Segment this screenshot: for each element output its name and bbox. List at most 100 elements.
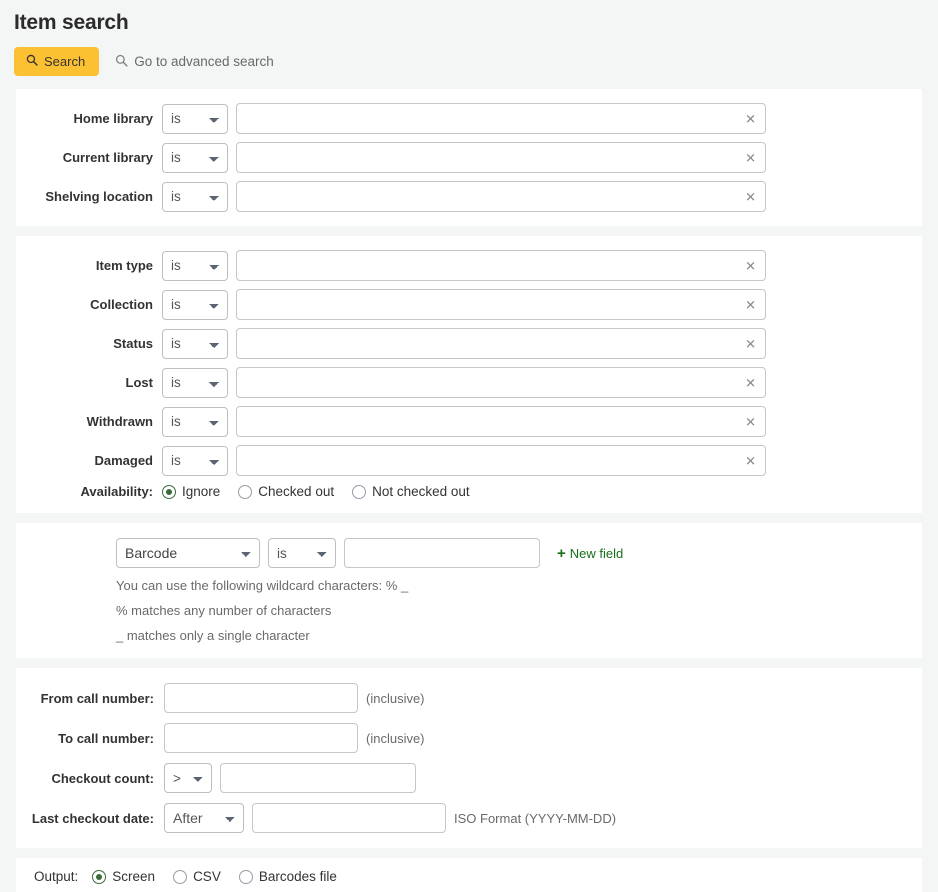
home-library-input[interactable] <box>236 103 766 134</box>
page-title: Item search <box>0 0 938 35</box>
radio-icon[interactable] <box>352 485 366 499</box>
close-icon[interactable]: ✕ <box>743 188 758 205</box>
close-icon[interactable]: ✕ <box>743 110 758 127</box>
withdrawn-input[interactable] <box>236 406 766 437</box>
to-call-number-row: To call number: (inclusive) <box>16 718 922 758</box>
close-icon[interactable]: ✕ <box>743 257 758 274</box>
output-option-label: CSV <box>193 869 221 884</box>
advanced-search-link[interactable]: Go to advanced search <box>115 54 274 70</box>
to-call-number-note: (inclusive) <box>366 731 425 746</box>
damaged-input[interactable] <box>236 445 766 476</box>
last-checkout-date-label: Last checkout date: <box>16 811 164 826</box>
search-button-label: Search <box>44 55 85 69</box>
lost-label: Lost <box>16 375 162 390</box>
location-fieldset: Home library is ✕ Current library is ✕ S… <box>16 89 922 226</box>
lost-input[interactable] <box>236 367 766 398</box>
custom-field-operator-select[interactable]: is <box>268 538 336 568</box>
close-icon[interactable]: ✕ <box>743 374 758 391</box>
output-bar: Output: Screen CSV Barcodes file <box>16 858 922 892</box>
plus-icon: + <box>557 546 566 561</box>
lost-operator-select[interactable]: is <box>162 368 228 398</box>
close-icon[interactable]: ✕ <box>743 335 758 352</box>
shelving-location-operator-select[interactable]: is <box>162 182 228 212</box>
availability-option-not-checked-out[interactable]: Not checked out <box>352 484 470 499</box>
last-checkout-date-operator-select[interactable]: After <box>164 803 244 833</box>
collection-label: Collection <box>16 297 162 312</box>
shelving-location-input[interactable] <box>236 181 766 212</box>
availability-option-label: Checked out <box>258 484 334 499</box>
availability-option-ignore[interactable]: Ignore <box>162 484 220 499</box>
advanced-search-label: Go to advanced search <box>134 54 274 69</box>
lost-value-wrap: ✕ <box>236 367 766 398</box>
checkout-count-input[interactable] <box>220 763 416 793</box>
checkout-count-row: Checkout count: > <box>16 758 922 798</box>
output-option-barcodes-file[interactable]: Barcodes file <box>239 869 337 884</box>
collection-row: Collection is ✕ <box>16 285 922 324</box>
status-label: Status <box>16 336 162 351</box>
item-type-row: Item type is ✕ <box>16 246 922 285</box>
output-option-label: Screen <box>112 869 155 884</box>
radio-icon[interactable] <box>162 485 176 499</box>
item-type-value-wrap: ✕ <box>236 250 766 281</box>
item-type-operator-select[interactable]: is <box>162 251 228 281</box>
last-checkout-date-input[interactable] <box>252 803 446 833</box>
wildcard-hint-3: _ matches only a single character <box>16 623 922 648</box>
output-option-screen[interactable]: Screen <box>92 869 155 884</box>
availability-label: Availability: <box>16 484 162 499</box>
withdrawn-row: Withdrawn is ✕ <box>16 402 922 441</box>
custom-field-value-input[interactable] <box>344 538 540 568</box>
output-option-csv[interactable]: CSV <box>173 869 221 884</box>
wildcard-hint-2: % matches any number of characters <box>16 598 922 623</box>
withdrawn-value-wrap: ✕ <box>236 406 766 437</box>
close-icon[interactable]: ✕ <box>743 296 758 313</box>
custom-field-name-select[interactable]: Barcode <box>116 538 260 568</box>
output-option-label: Barcodes file <box>259 869 337 884</box>
damaged-operator-select[interactable]: is <box>162 446 228 476</box>
status-input[interactable] <box>236 328 766 359</box>
current-library-operator-select[interactable]: is <box>162 143 228 173</box>
status-operator-select[interactable]: is <box>162 329 228 359</box>
shelving-location-label: Shelving location <box>16 189 162 204</box>
new-field-button[interactable]: + New field <box>557 546 623 561</box>
from-call-number-input[interactable] <box>164 683 358 713</box>
withdrawn-operator-select[interactable]: is <box>162 407 228 437</box>
item-type-input[interactable] <box>236 250 766 281</box>
magnifier-icon <box>26 54 38 69</box>
radio-icon[interactable] <box>173 870 187 884</box>
collection-value-wrap: ✕ <box>236 289 766 320</box>
radio-icon[interactable] <box>238 485 252 499</box>
callnumber-fieldset: From call number: (inclusive) To call nu… <box>16 668 922 848</box>
checkout-count-operator-select[interactable]: > <box>164 763 212 793</box>
availability-option-label: Ignore <box>182 484 220 499</box>
home-library-row: Home library is ✕ <box>16 99 922 138</box>
current-library-value-wrap: ✕ <box>236 142 766 173</box>
collection-input[interactable] <box>236 289 766 320</box>
home-library-operator-select[interactable]: is <box>162 104 228 134</box>
close-icon[interactable]: ✕ <box>743 149 758 166</box>
wildcard-hint-1: You can use the following wildcard chara… <box>16 573 922 598</box>
close-icon[interactable]: ✕ <box>743 452 758 469</box>
collection-operator-select[interactable]: is <box>162 290 228 320</box>
status-row: Status is ✕ <box>16 324 922 363</box>
radio-icon[interactable] <box>92 870 106 884</box>
availability-option-checked-out[interactable]: Checked out <box>238 484 334 499</box>
search-button[interactable]: Search <box>14 47 99 76</box>
radio-icon[interactable] <box>239 870 253 884</box>
magnifier-icon <box>115 54 128 70</box>
checkout-count-label: Checkout count: <box>16 771 164 786</box>
new-field-label: New field <box>570 546 623 561</box>
withdrawn-label: Withdrawn <box>16 414 162 429</box>
last-checkout-date-row: Last checkout date: After ISO Format (YY… <box>16 798 922 838</box>
status-value-wrap: ✕ <box>236 328 766 359</box>
close-icon[interactable]: ✕ <box>743 413 758 430</box>
lost-row: Lost is ✕ <box>16 363 922 402</box>
output-radio-group: Screen CSV Barcodes file <box>92 869 337 884</box>
current-library-row: Current library is ✕ <box>16 138 922 177</box>
availability-radio-group: Ignore Checked out Not checked out <box>162 484 470 499</box>
damaged-row: Damaged is ✕ <box>16 441 922 480</box>
current-library-input[interactable] <box>236 142 766 173</box>
to-call-number-label: To call number: <box>16 731 164 746</box>
from-call-number-note: (inclusive) <box>366 691 425 706</box>
to-call-number-input[interactable] <box>164 723 358 753</box>
from-call-number-label: From call number: <box>16 691 164 706</box>
